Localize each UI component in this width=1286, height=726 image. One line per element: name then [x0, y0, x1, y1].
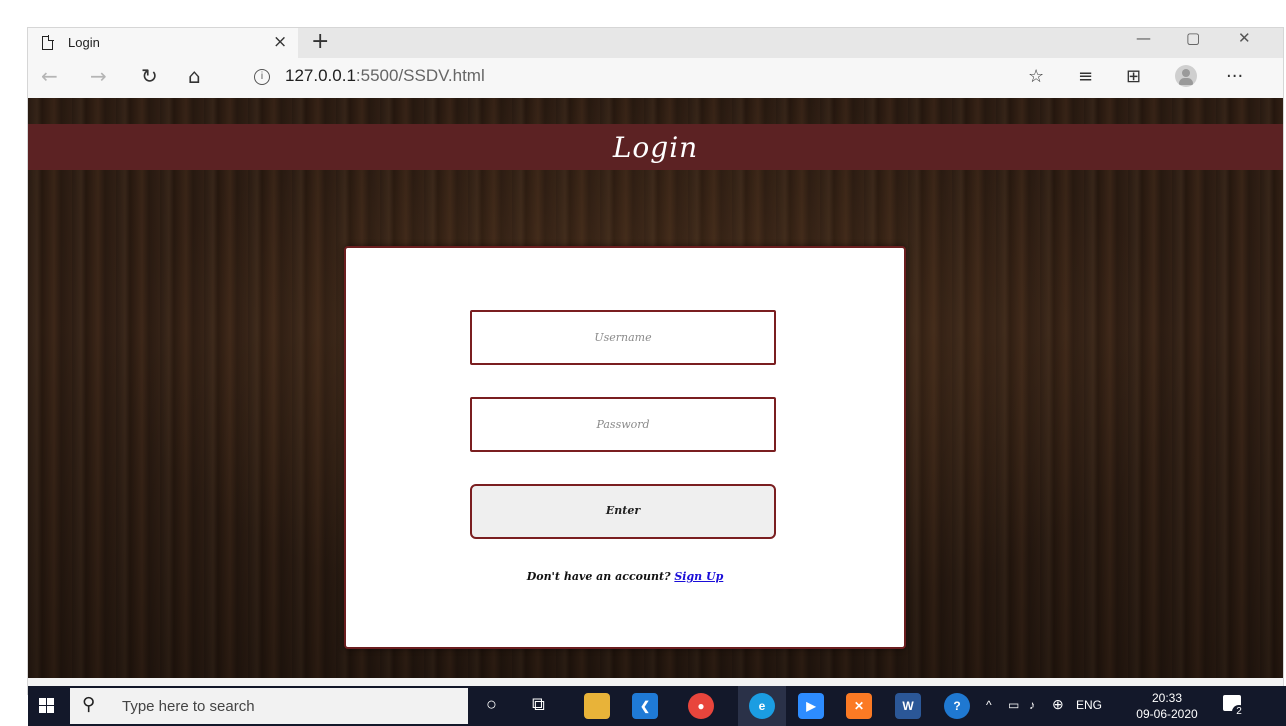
- help-icon[interactable]: ?: [944, 693, 970, 719]
- login-card: Enter Don't have an account? Sign Up: [344, 246, 906, 649]
- windows-start-icon[interactable]: [39, 698, 55, 714]
- zoom-icon[interactable]: ▶: [798, 693, 824, 719]
- tab-login[interactable]: Login ×: [28, 28, 298, 58]
- tab-title: Login: [68, 35, 100, 50]
- xampp-icon[interactable]: ✕: [846, 693, 872, 719]
- address-bar[interactable]: i 127.0.0.1:5500/SSDV.html: [226, 62, 986, 92]
- search-icon: ⚲: [82, 694, 96, 715]
- signup-link[interactable]: Sign Up: [674, 570, 723, 583]
- username-input[interactable]: [470, 310, 776, 365]
- edge-icon[interactable]: e: [749, 693, 775, 719]
- tab-strip: Login × + — ▢ ✕: [28, 28, 1283, 58]
- taskbar-clock[interactable]: 20:33 09-06-2020: [1128, 690, 1206, 722]
- browser-window: Login × + — ▢ ✕ ← → ↻ ⌂ i 127.0.0.1:5500…: [28, 28, 1283, 694]
- collections-icon[interactable]: ⊞: [1126, 66, 1141, 87]
- cortana-icon[interactable]: ○: [486, 694, 497, 715]
- taskbar-search[interactable]: ⚲ Type here to search: [70, 688, 468, 724]
- page-header: Login: [28, 124, 1283, 170]
- signup-prompt: Don't have an account? Sign Up: [346, 570, 904, 583]
- url-text[interactable]: 127.0.0.1:5500/SSDV.html: [285, 66, 485, 86]
- minimize-icon[interactable]: —: [1136, 29, 1151, 47]
- favorites-list-icon[interactable]: ≡: [1078, 66, 1093, 87]
- favorite-star-icon[interactable]: ☆: [1028, 66, 1044, 87]
- word-icon[interactable]: W: [895, 693, 921, 719]
- page-title: Login: [612, 130, 699, 164]
- address-bar-row: ← → ↻ ⌂ i 127.0.0.1:5500/SSDV.html ☆ ≡ ⊞…: [28, 58, 1283, 98]
- info-icon[interactable]: i: [254, 69, 270, 85]
- home-icon[interactable]: ⌂: [188, 64, 201, 88]
- tab-close-icon[interactable]: ×: [273, 32, 287, 52]
- password-input[interactable]: [470, 397, 776, 452]
- page-viewport: Login Enter Don't have an account? Sign …: [28, 98, 1283, 678]
- back-icon[interactable]: ←: [41, 64, 58, 88]
- refresh-icon[interactable]: ↻: [141, 64, 158, 88]
- battery-icon[interactable]: ▭: [1008, 698, 1019, 712]
- language-indicator[interactable]: ENG: [1076, 698, 1102, 712]
- vscode-icon[interactable]: ❮: [632, 693, 658, 719]
- search-placeholder: Type here to search: [122, 698, 255, 715]
- file-explorer-icon[interactable]: [584, 693, 610, 719]
- maximize-icon[interactable]: ▢: [1186, 29, 1200, 47]
- forward-icon[interactable]: →: [90, 64, 107, 88]
- profile-avatar-icon[interactable]: [1175, 65, 1197, 87]
- taskbar: ⚲ Type here to search ○ ⧉ ❮ ● e ▶ ✕ W ? …: [28, 686, 1286, 726]
- task-view-icon[interactable]: ⧉: [532, 694, 545, 715]
- clock-time: 20:33: [1151, 691, 1183, 705]
- network-globe-icon[interactable]: ⊕: [1052, 696, 1064, 713]
- page-icon: [42, 35, 54, 50]
- notification-badge: 2: [1232, 705, 1246, 719]
- volume-icon[interactable]: ♪: [1029, 698, 1035, 712]
- close-window-icon[interactable]: ✕: [1238, 29, 1251, 47]
- clock-date: 09-06-2020: [1136, 707, 1198, 721]
- tray-chevron-icon[interactable]: ^: [986, 698, 992, 712]
- new-tab-icon[interactable]: +: [311, 29, 329, 54]
- chrome-icon[interactable]: ●: [688, 693, 714, 719]
- more-menu-icon[interactable]: ···: [1226, 66, 1243, 87]
- enter-button[interactable]: Enter: [470, 484, 776, 539]
- signup-prompt-text: Don't have an account?: [526, 570, 675, 583]
